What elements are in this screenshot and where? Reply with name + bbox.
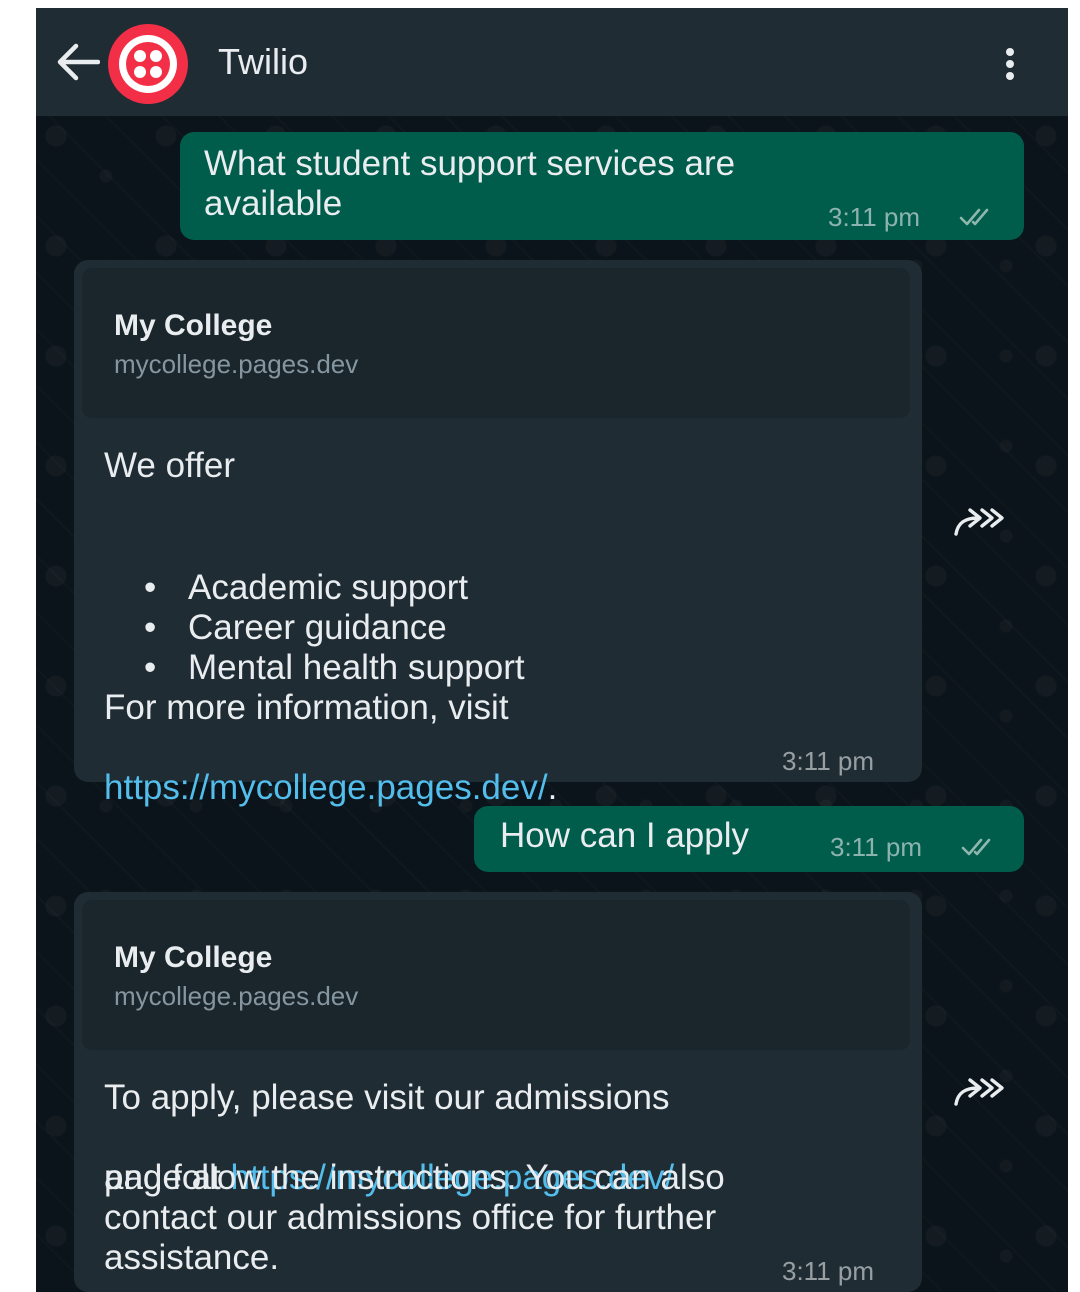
more-vertical-icon[interactable] xyxy=(998,44,1022,84)
link-preview-domain: mycollege.pages.dev xyxy=(114,981,359,1011)
message-time: 3:11 pm xyxy=(828,202,921,232)
outgoing-message-bubble[interactable]: What student support services are availa… xyxy=(180,132,1024,240)
link-preview-card[interactable]: My College mycollege.pages.dev xyxy=(82,900,910,1050)
arrow-left-icon[interactable] xyxy=(54,42,100,82)
message-outro: For more information, visit xyxy=(104,688,509,727)
twilio-logo-dot xyxy=(134,66,146,78)
twilio-logo-avatar[interactable] xyxy=(108,24,188,104)
message-intro: We offer xyxy=(104,446,235,485)
link-preview-title: My College xyxy=(114,941,273,974)
list-item: Academic support xyxy=(104,568,525,608)
twilio-logo-ring xyxy=(119,35,177,93)
message-time: 3:11 pm xyxy=(830,832,923,862)
menu-dot xyxy=(1006,48,1014,56)
message-text: How can I apply xyxy=(500,816,750,855)
outgoing-message-bubble[interactable]: How can I apply 3:11 pm xyxy=(474,806,1024,872)
double-check-icon xyxy=(961,838,991,856)
link-suffix: . xyxy=(547,768,558,807)
double-check-icon xyxy=(959,208,989,226)
chat-header: Twilio xyxy=(36,8,1068,116)
message-text-line: To apply, please visit our admissions xyxy=(104,1078,670,1117)
list-item: Mental health support xyxy=(104,648,525,688)
message-link-line: https://mycollege.pages.dev/. xyxy=(104,728,557,808)
twilio-logo-dot xyxy=(134,50,146,62)
link-preview-domain: mycollege.pages.dev xyxy=(114,349,359,379)
link-preview-title: My College xyxy=(114,309,273,342)
service-list: Academic support Career guidance Mental … xyxy=(104,568,525,688)
incoming-message-bubble[interactable]: My College mycollege.pages.dev We offer … xyxy=(74,260,922,807)
chat-screen: Twilio What student support services are… xyxy=(36,8,1068,1292)
message-time: 3:11 pm xyxy=(782,746,875,776)
menu-dot xyxy=(1006,60,1014,68)
website-link[interactable]: https://mycollege.pages.dev/ xyxy=(104,768,548,807)
contact-name[interactable]: Twilio xyxy=(218,40,308,84)
list-item: Career guidance xyxy=(104,608,525,648)
forward-icon[interactable] xyxy=(952,1072,1008,1112)
twilio-logo-dot xyxy=(150,66,162,78)
link-preview-card[interactable]: My College mycollege.pages.dev xyxy=(82,268,910,418)
incoming-message-bubble[interactable]: My College mycollege.pages.dev To apply,… xyxy=(74,892,922,1292)
menu-dot xyxy=(1006,72,1014,80)
twilio-logo-dot xyxy=(150,50,162,62)
twilio-logo-inner xyxy=(126,42,170,86)
message-time: 3:11 pm xyxy=(782,1256,875,1286)
forward-icon[interactable] xyxy=(952,502,1008,542)
